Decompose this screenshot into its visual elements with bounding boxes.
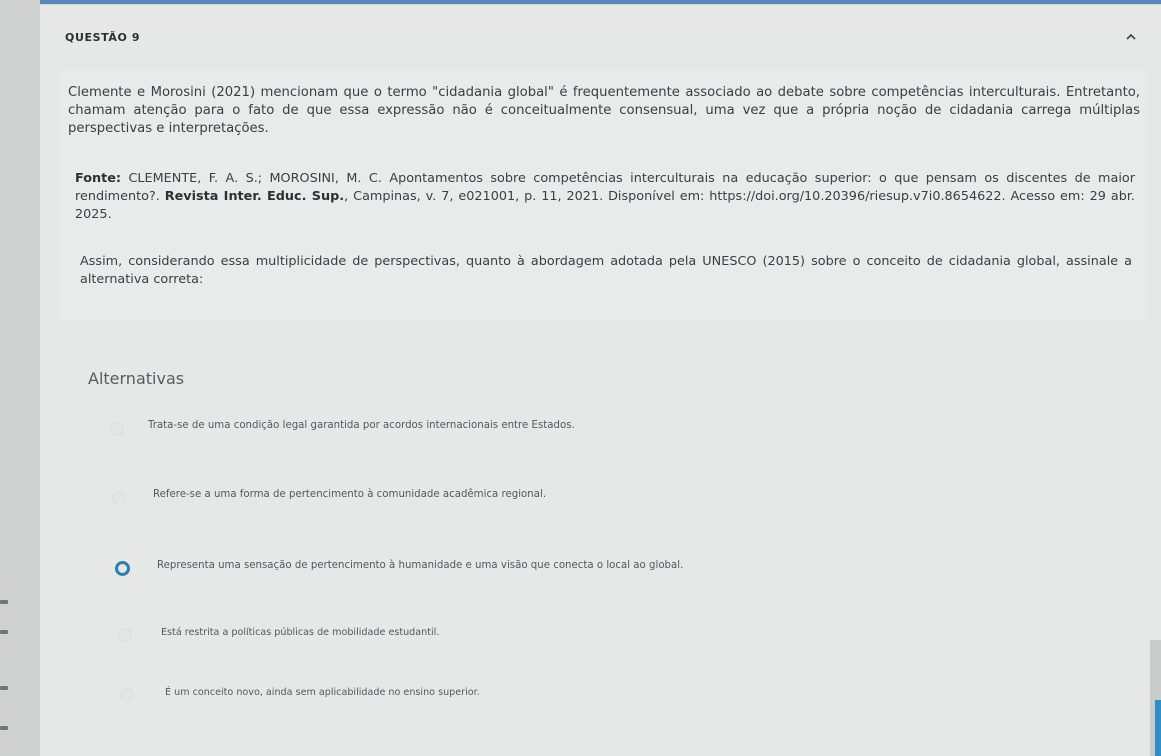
radio-button[interactable]: [120, 688, 134, 702]
radio-button[interactable]: [112, 491, 126, 505]
alternative-option-selected[interactable]: Representa uma sensação de pertencimento…: [100, 559, 1130, 609]
top-accent-bar: [40, 0, 1161, 4]
edge-mark: [0, 686, 8, 690]
alternative-label: Refere-se a uma forma de pertencimento à…: [153, 489, 547, 500]
source-journal: Revista Inter. Educ. Sup.: [164, 189, 345, 204]
radio-button-selected[interactable]: [115, 561, 130, 576]
alternative-option[interactable]: Trata-se de uma condição legal garantida…: [100, 420, 1130, 470]
alternative-label: Está restrita a políticas públicas de mo…: [161, 627, 440, 638]
edge-mark: [0, 630, 8, 634]
left-edge: [0, 0, 40, 756]
source-citation: Fonte: CLEMENTE, F. A. S.; MOROSINI, M. …: [75, 170, 1135, 224]
statement-paragraph: Clemente e Morosini (2021) mencionam que…: [68, 85, 1140, 136]
alternative-label: Trata-se de uma condição legal garantida…: [148, 420, 575, 431]
question-title: QUESTÃO 9: [65, 31, 141, 44]
radio-button[interactable]: [110, 422, 124, 436]
alternative-option[interactable]: Está restrita a políticas públicas de mo…: [100, 627, 1130, 677]
scrollbar-thumb[interactable]: [1155, 700, 1161, 756]
question-prompt: Assim, considerando essa multiplicidade …: [80, 254, 1132, 287]
edge-mark: [0, 600, 8, 604]
alternative-option[interactable]: É um conceito novo, ainda sem aplicabili…: [100, 687, 1130, 737]
edge-mark: [0, 726, 8, 730]
alternative-option[interactable]: Refere-se a uma forma de pertencimento à…: [100, 489, 1130, 539]
alternative-label: É um conceito novo, ainda sem aplicabili…: [165, 687, 480, 698]
chevron-up-icon[interactable]: [1123, 29, 1139, 45]
alternatives-heading: Alternativas: [88, 369, 185, 388]
radio-button[interactable]: [118, 628, 132, 642]
alternative-label: Representa uma sensação de pertencimento…: [157, 560, 684, 571]
source-label: Fonte:: [75, 171, 122, 186]
